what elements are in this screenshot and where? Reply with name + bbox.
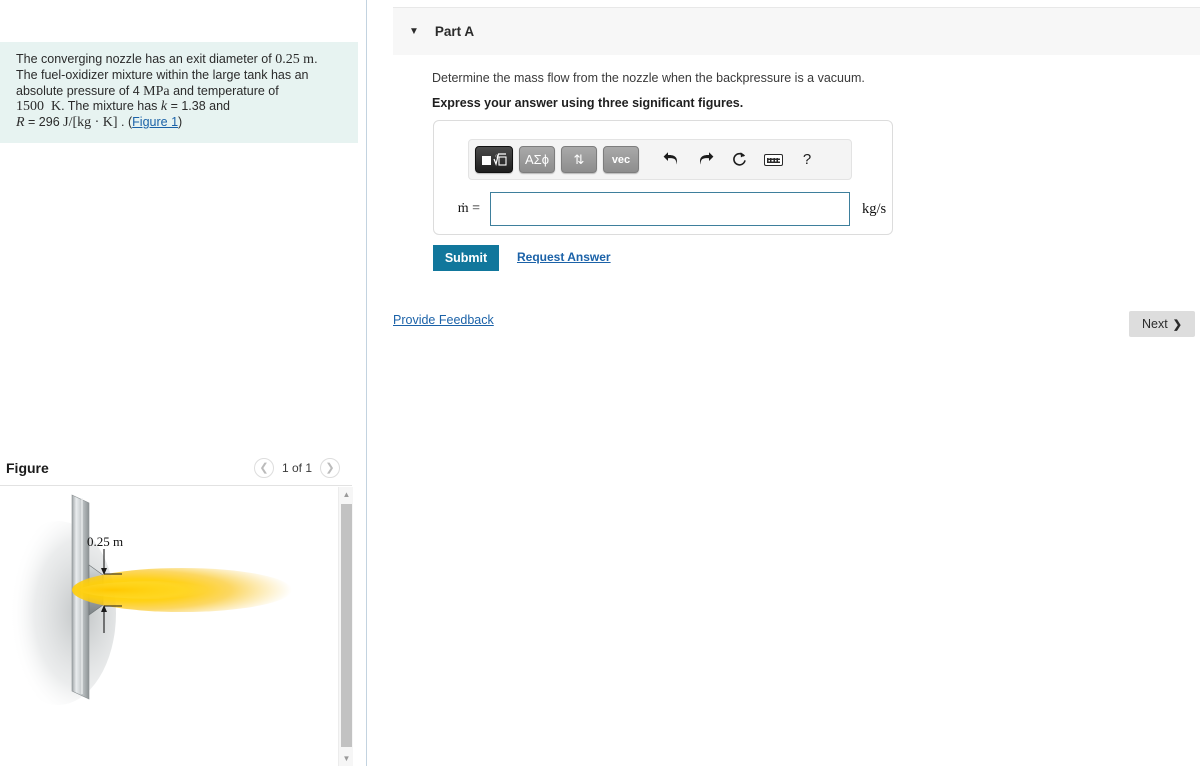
dimension-label: 0.25 m (87, 534, 123, 549)
part-a-label: Part A (434, 24, 475, 39)
problem-line4-value: 1500 (16, 99, 44, 115)
reset-icon[interactable] (729, 150, 749, 170)
vector-button[interactable]: vec (603, 146, 639, 173)
nozzle-diagram: 0.25 m (0, 494, 292, 705)
part-a-header[interactable]: ▼ Part A (393, 7, 1200, 55)
redo-glyph (699, 152, 713, 165)
updown-arrows-icon: ⇅ (573, 151, 585, 167)
problem-line4-unit: K (50, 99, 62, 115)
math-template-button[interactable]: 0 (475, 146, 513, 173)
scrollbar-thumb[interactable] (341, 504, 352, 747)
problem-line3-prefix: absolute pressure of 4 (16, 83, 144, 98)
greek-letters-label: ΑΣϕ (525, 152, 549, 167)
scrollbar-up-arrow[interactable]: ▲ (339, 487, 354, 502)
flame-core (80, 581, 240, 599)
undo-icon[interactable] (661, 150, 681, 170)
reset-glyph (732, 152, 746, 166)
problem-line1-prefix: The converging nozzle has an exit diamet… (16, 52, 276, 66)
request-answer-link[interactable]: Request Answer (517, 250, 611, 264)
question-instruction: Express your answer using three signific… (432, 96, 744, 110)
collapse-caret-icon[interactable]: ▼ (409, 26, 419, 37)
problem-line3-unit: MPa (143, 83, 170, 99)
problem-statement-panel: The converging nozzle has an exit diamet… (0, 42, 358, 143)
redo-icon[interactable] (695, 150, 715, 170)
figure-counter: 1 of 1 (281, 461, 312, 475)
problem-line5-dot: . ( (117, 115, 133, 130)
submit-button[interactable]: Submit (433, 245, 499, 271)
figure-divider (0, 485, 352, 486)
problem-statement-text: The converging nozzle has an exit diamet… (16, 52, 346, 131)
left-panel: The converging nozzle has an exit diamet… (0, 0, 366, 766)
answer-unit-label: kg/s (862, 200, 887, 217)
answer-input[interactable] (490, 192, 850, 226)
undo-glyph (663, 152, 677, 165)
answer-entry-container: 0 ΑΣϕ ⇅ vec ? ṁ = kg/s (433, 120, 893, 235)
main-panel: ▼ Part A Determine the mass flow from th… (367, 0, 1200, 766)
chevron-left-icon: ❮ (259, 461, 269, 474)
next-label: Next (1142, 317, 1168, 331)
problem-line5-unit: J/[kg · K] (63, 115, 118, 131)
figure-prev-button[interactable]: ❮ (253, 458, 274, 478)
figure-scrollbar[interactable]: ▲ ▼ (338, 487, 353, 766)
figure-1-link[interactable]: Figure 1 (132, 115, 178, 129)
problem-line5-symbol: R (16, 115, 25, 131)
provide-feedback-link[interactable]: Provide Feedback (393, 313, 494, 327)
figure-header: Figure ❮ 1 of 1 ❯ (0, 450, 358, 486)
figure-next-button[interactable]: ❯ (320, 458, 340, 478)
answer-variable-label: ṁ = (457, 201, 480, 216)
problem-line2: The fuel-oxidizer mixture within the lar… (16, 67, 309, 82)
template-icon: 0 (482, 152, 507, 166)
keyboard-glyph (763, 153, 783, 166)
problem-line4-mid: . The mixture has (61, 99, 161, 114)
problem-line1-value: 0.25 (275, 52, 300, 67)
mastering-physics-problem-page: The converging nozzle has an exit diamet… (0, 0, 1200, 766)
problem-line3-suffix: and temperature of (169, 83, 279, 98)
updown-arrows-button[interactable]: ⇅ (561, 146, 597, 173)
problem-line1-unit: m (303, 52, 315, 67)
figure-title: Figure (6, 460, 49, 476)
problem-line1-end: . (314, 52, 318, 66)
figure-image-container: 0.25 m (0, 487, 338, 766)
math-toolbar: 0 ΑΣϕ ⇅ vec ? (468, 139, 852, 180)
greek-letters-button[interactable]: ΑΣϕ (519, 146, 555, 173)
problem-line5-close: ) (178, 115, 183, 130)
problem-line4-end: = 1.38 and (167, 99, 231, 114)
problem-line5-eq: = 296 (24, 115, 64, 130)
next-button[interactable]: Next ❯ (1129, 311, 1195, 337)
vector-label: vec (611, 153, 631, 166)
question-text: Determine the mass flow from the nozzle … (432, 71, 865, 85)
help-icon[interactable]: ? (797, 150, 817, 170)
keyboard-icon[interactable] (763, 150, 783, 170)
answer-row: ṁ = kg/s (434, 189, 894, 229)
chevron-right-icon: ❯ (1172, 318, 1182, 331)
scrollbar-down-arrow[interactable]: ▼ (339, 751, 354, 766)
chevron-right-icon: ❯ (325, 461, 335, 474)
figure-navigation: ❮ 1 of 1 ❯ (253, 458, 340, 478)
